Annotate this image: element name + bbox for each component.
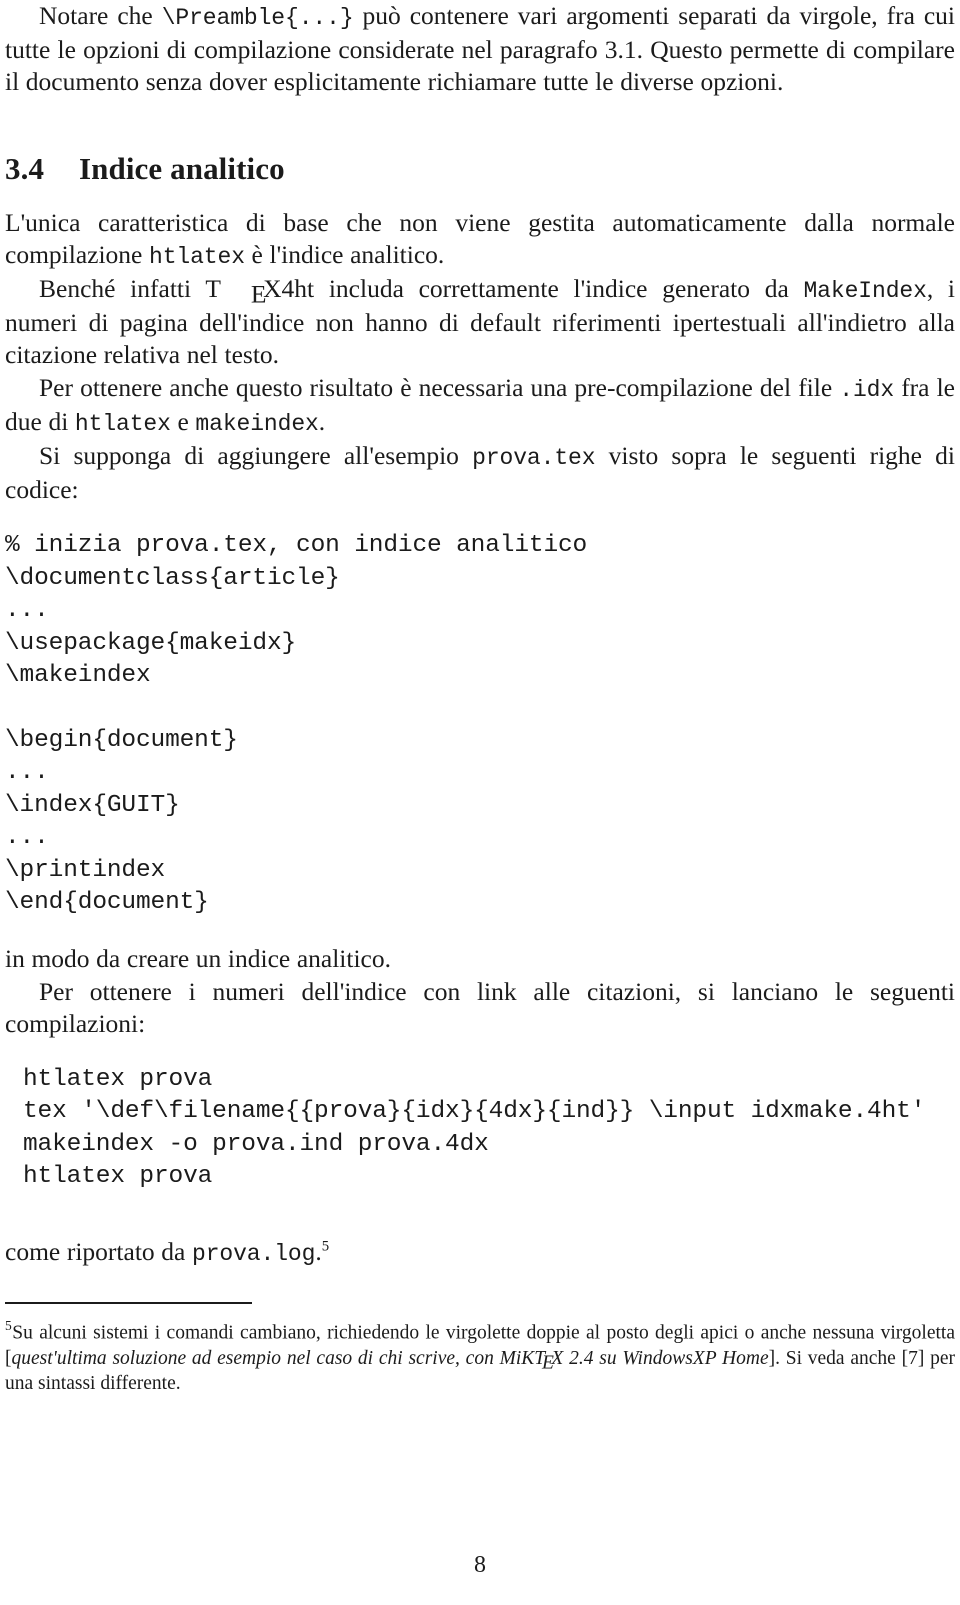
paragraph-unica-caratteristica: L'unica caratteristica di base che non v… [5,207,955,273]
paragraph-benche-infatti: Benché infatti T EX4ht includa correttame… [5,273,955,372]
inline-code-preamble: \Preamble{...} [161,5,354,31]
document-page: Notare che \Preamble{...} può contenere … [0,0,960,1605]
footnote-reference: 5 [321,1237,330,1254]
paragraph-text: come riportato da [5,1236,192,1266]
miktex-logo: MiKTEX [499,1347,564,1373]
paragraph-per-ottenere-numeri: Per ottenere i numeri dell'indice con li… [5,976,955,1040]
paragraph-text: Benché infatti [39,274,206,304]
footnote-text: 5Su alcuni sistemi i comandi cambiano, r… [5,1313,955,1397]
spacer-after-heading [5,187,955,207]
inline-code-htlatex: htlatex [149,243,245,270]
paragraph-text: Si supponga di aggiungere all'esempio [39,441,473,471]
paragraph-text: in modo da creare un indice analitico. [5,944,391,974]
spacer-after-code-1 [5,919,955,943]
inline-code-idx: .idx [839,376,895,403]
spacer-after-code-2 [5,1194,955,1236]
section-number: 3.4 [5,150,45,186]
footnote-italic-b: 2.4 su WindowsXP Home [563,1347,769,1369]
logo-prefix-mik: MiK [499,1347,535,1369]
spacer-before-code-1 [5,506,955,530]
paragraph-text: Per ottenere anche questo risultato è ne… [39,372,840,402]
logo-letter-e: E [250,279,267,309]
logo-suffix: 4ht [281,274,315,304]
paragraph-preamble-note: Notare che \Preamble{...} può contenere … [5,0,955,99]
page-body-column: Notare che \Preamble{...} può contenere … [5,0,955,1270]
section-title: Indice analitico [79,150,285,186]
paragraph-come-riportato: come riportato da prova.log.5 [5,1236,955,1270]
footnote-area: 5Su alcuni sistemi i comandi cambiano, r… [5,1302,955,1397]
inline-code-prova-log: prova.log [192,1240,316,1267]
paragraph-text: L'unica caratteristica di base che non v… [5,207,955,269]
section-heading: 3.4 Indice analitico [5,151,955,187]
inline-code-makeindex: MakeIndex [803,278,927,305]
paragraph-text: Per ottenere i numeri dell'indice con li… [5,976,955,1038]
logo-letter-e: E [542,1352,554,1374]
paragraph-text-cont: è l'indice analitico. [244,239,445,269]
inline-code-htlatex-2: htlatex [74,410,171,437]
paragraph-in-modo-da-creare: in modo da creare un indice analitico. [5,943,955,975]
inline-code-makeindex-2: makeindex [195,410,319,437]
footnote-marker: 5 [5,1318,12,1333]
paragraph-si-supponga: Si supponga di aggiungere all'esempio pr… [5,440,955,506]
tex4ht-logo: T EX4ht [205,274,315,309]
paragraph-text: Notare che [39,1,162,30]
spacer-before-heading [5,99,955,151]
spacer-before-code-2 [5,1040,955,1064]
paragraph-text-cont2: e [170,406,196,436]
page-number: 8 [474,1552,486,1578]
paragraph-text-cont: includa correttamente l'indice generato … [314,274,804,304]
code-block-compilation-commands: htlatex prova tex '\def\filename{{prova}… [23,1065,926,1191]
footnote-separator-rule [5,1302,252,1304]
paragraph-per-ottenere-risultato: Per ottenere anche questo risultato è ne… [5,372,955,440]
footnote-italic-a: quest'ultima soluzione ad esempio nel ca… [11,1347,500,1369]
inline-code-prova-tex: prova.tex [472,445,596,472]
code-block-latex-source: % inizia prova.tex, con indice analitico… [5,532,588,916]
paragraph-text-cont3: . [318,406,326,436]
